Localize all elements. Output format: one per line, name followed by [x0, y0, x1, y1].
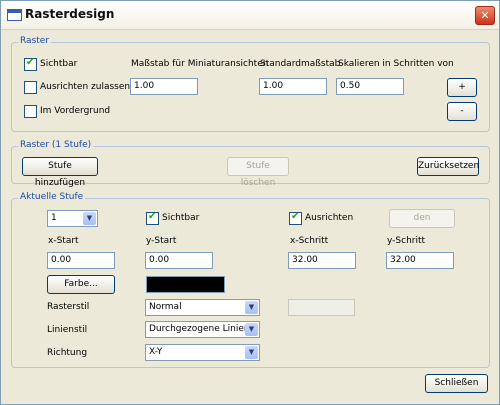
- y-start-label: y-Start: [146, 236, 177, 246]
- window-title: Rasterdesign: [25, 7, 115, 21]
- direction-label: Richtung: [47, 348, 88, 358]
- y-step-label: y-Schritt: [387, 236, 426, 246]
- reset-button[interactable]: Zurücksetzen: [417, 157, 479, 176]
- raster-style-label: Rasterstil: [47, 302, 90, 312]
- scale-preview-input[interactable]: 1.00: [130, 78, 198, 95]
- level-align-checkbox[interactable]: [289, 211, 302, 225]
- level-select[interactable]: 1 ▼: [47, 210, 98, 227]
- color-swatch[interactable]: [146, 276, 225, 293]
- raster-align-checkbox[interactable]: [24, 81, 37, 94]
- raster-visible-label: Sichtbar: [40, 59, 78, 69]
- chevron-down-icon: ▼: [83, 212, 96, 225]
- raster-style-value: Normal: [149, 302, 182, 312]
- raster-style-extra-field: [288, 299, 355, 316]
- raster-group-legend: Raster: [18, 36, 52, 46]
- scale-plus-button[interactable]: +: [447, 78, 477, 97]
- line-style-label: Linienstil: [47, 325, 88, 335]
- raster-foreground-checkbox[interactable]: [24, 105, 37, 118]
- standard-scale-input[interactable]: 1.00: [259, 78, 327, 95]
- chevron-down-icon: ▼: [245, 346, 258, 359]
- standard-scale-label: Standardmaßstab: [260, 59, 341, 69]
- raster-foreground-label: Im Vordergrund: [40, 106, 111, 116]
- x-step-label: x-Schritt: [290, 236, 329, 246]
- level-select-value: 1: [51, 213, 57, 223]
- line-style-select[interactable]: Durchgezogene Linien ▼: [145, 321, 260, 338]
- y-step-input[interactable]: 32.00: [386, 252, 454, 269]
- close-window-button[interactable]: ✕: [475, 6, 495, 25]
- scale-minus-button[interactable]: -: [447, 102, 477, 121]
- step-scale-input[interactable]: 0.50: [336, 78, 404, 95]
- direction-value: X-Y: [149, 347, 163, 357]
- close-button[interactable]: Schließen: [425, 374, 488, 393]
- y-start-input[interactable]: 0.00: [145, 252, 213, 269]
- raster-design-dialog: Rasterdesign ✕ Raster Sichtbar Ausrichte…: [0, 0, 500, 405]
- current-level-legend: Aktuelle Stufe: [18, 192, 86, 202]
- step-scale-label: Skalieren in Schritten von: [338, 59, 454, 69]
- level-align-label: Ausrichten: [305, 213, 354, 223]
- raster-align-label: Ausrichten zulassen: [40, 82, 131, 92]
- color-button[interactable]: Farbe...: [47, 275, 115, 294]
- window-icon: [7, 9, 22, 21]
- raster-visible-checkbox[interactable]: [24, 57, 37, 71]
- delete-level-button[interactable]: Stufe löschen: [227, 157, 289, 188]
- level-visible-checkbox[interactable]: [146, 211, 159, 225]
- direction-select[interactable]: X-Y ▼: [145, 344, 260, 361]
- bring-to-foreground-button[interactable]: den Vordergru: [389, 209, 455, 228]
- chevron-down-icon: ▼: [245, 323, 258, 336]
- line-style-value: Durchgezogene Linien: [149, 324, 250, 334]
- add-level-button[interactable]: Stufe hinzufügen: [22, 157, 98, 188]
- raster-style-select[interactable]: Normal ▼: [145, 299, 260, 316]
- x-start-label: x-Start: [48, 236, 79, 246]
- x-start-input[interactable]: 0.00: [47, 252, 115, 269]
- title-bar[interactable]: Rasterdesign ✕: [1, 1, 499, 30]
- level-visible-label: Sichtbar: [162, 213, 200, 223]
- x-step-input[interactable]: 32.00: [288, 252, 356, 269]
- scale-preview-label: Maßstab für Miniaturansichten: [131, 59, 269, 69]
- chevron-down-icon: ▼: [245, 301, 258, 314]
- raster-levels-legend: Raster (1 Stufe): [18, 140, 94, 150]
